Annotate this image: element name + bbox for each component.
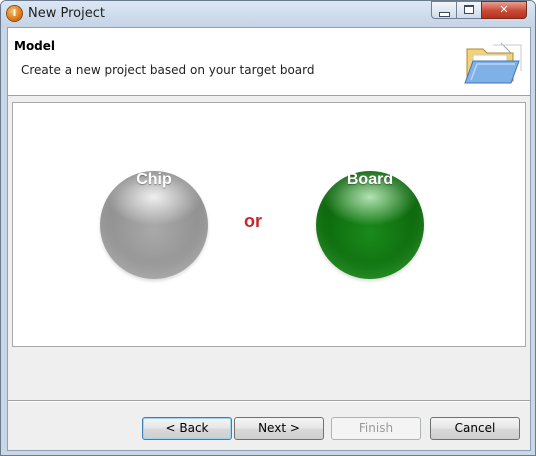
page-description: Create a new project based on your targe… (21, 63, 315, 77)
cancel-button[interactable]: Cancel (430, 417, 520, 440)
board-option-button[interactable]: Board (316, 171, 424, 279)
or-separator: or (244, 211, 262, 231)
title-bar[interactable]: I New Project ✕ (1, 1, 535, 27)
back-button[interactable]: < Back (142, 417, 232, 440)
board-label: Board (346, 171, 394, 188)
close-icon: ✕ (499, 3, 509, 16)
model-selection-panel: Chip or Board (12, 102, 526, 347)
app-icon: I (7, 6, 22, 21)
maximize-button[interactable] (456, 1, 482, 19)
chip-label: Chip (136, 171, 172, 188)
next-button[interactable]: Next > (234, 417, 324, 440)
open-folder-icon (464, 42, 522, 84)
finish-button[interactable]: Finish (331, 417, 421, 440)
chip-option-button[interactable]: Chip (100, 171, 208, 279)
close-button[interactable]: ✕ (481, 1, 527, 19)
window-title: New Project (28, 6, 105, 21)
new-project-window: I New Project ✕ Model Create a new proje… (0, 0, 536, 456)
button-bar-divider (8, 400, 530, 402)
dialog-body: Model Create a new project based on your… (7, 27, 531, 451)
maximize-icon (464, 5, 474, 14)
page-title: Model (14, 39, 56, 53)
wizard-header: Model Create a new project based on your… (8, 28, 530, 96)
minimize-button[interactable] (431, 1, 457, 19)
minimize-icon (438, 12, 450, 17)
